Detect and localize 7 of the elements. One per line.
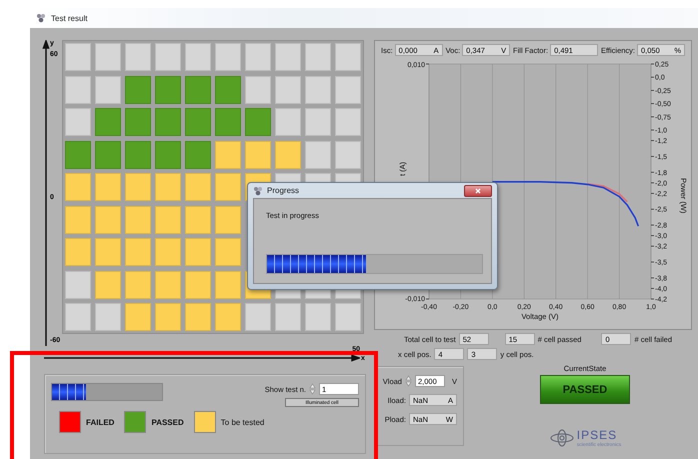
legend-label: To be tested [220, 418, 264, 426]
state-indicator: PASSED [540, 375, 630, 404]
logo-name: IPSES [576, 428, 618, 442]
legend-label: PASSED [151, 418, 184, 426]
window-title: Test result [51, 14, 88, 22]
dialog-title: Progress [267, 186, 300, 195]
legend-label: FAILED [86, 418, 114, 426]
